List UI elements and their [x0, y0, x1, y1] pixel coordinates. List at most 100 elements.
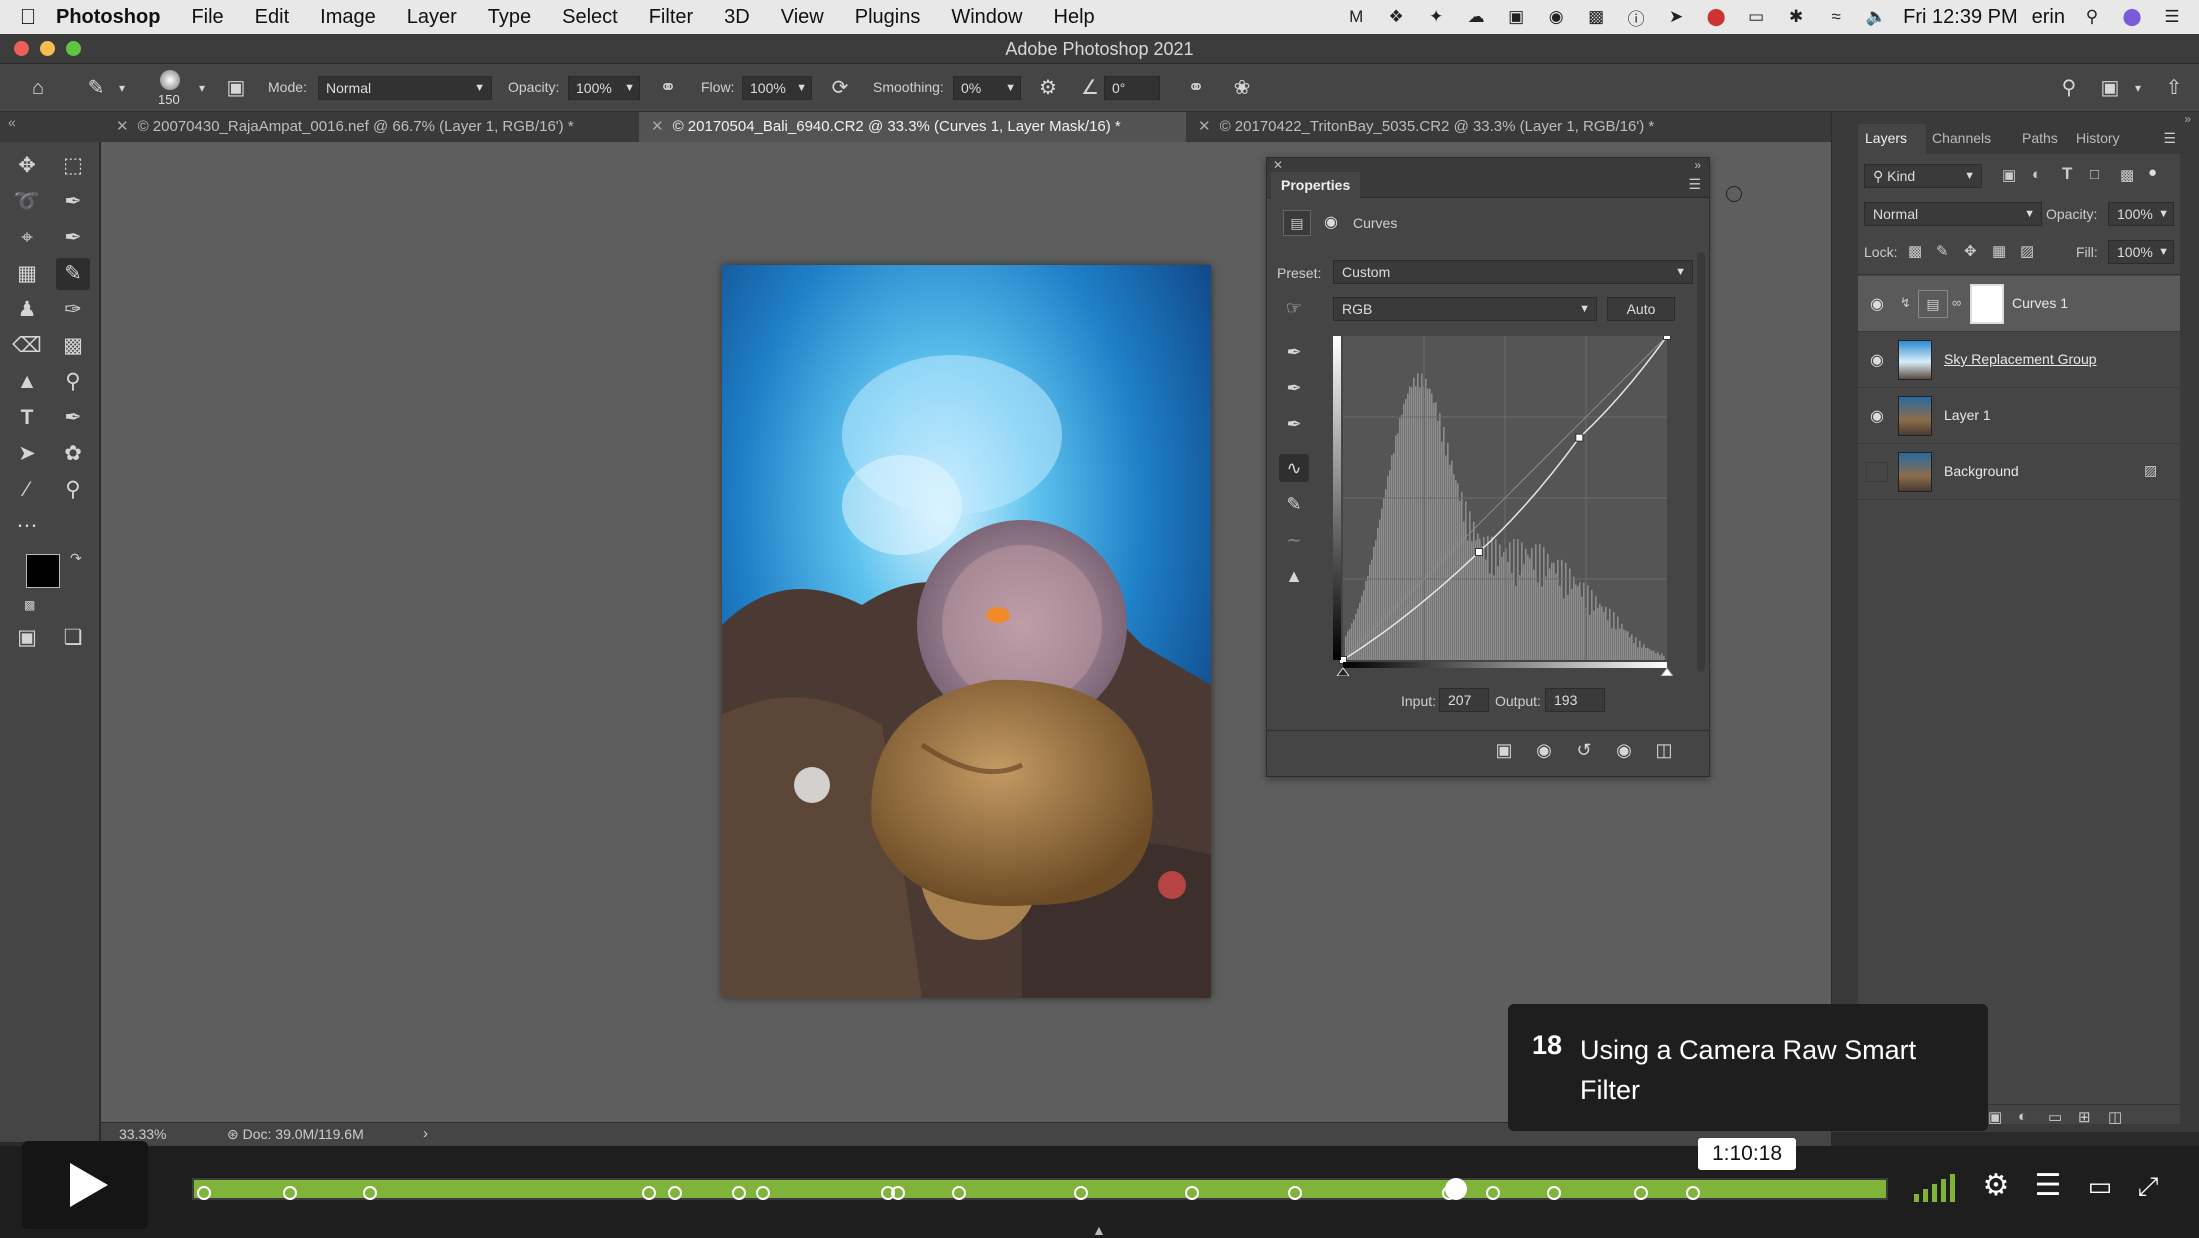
chapter-marker[interactable]	[283, 1186, 298, 1200]
white-point-slider-icon[interactable]	[1660, 667, 1673, 676]
symmetry-butterfly-icon[interactable]: ❀	[1228, 74, 1256, 102]
chapter-marker[interactable]	[1073, 1186, 1088, 1200]
lasso-tool-icon[interactable]: ➰	[10, 186, 44, 218]
eye-hidden-icon[interactable]: ◉	[1866, 462, 1888, 482]
view-previous-state-icon[interactable]: ◉	[1529, 736, 1559, 764]
chapter-marker[interactable]	[1686, 1186, 1701, 1200]
chapters-list-icon[interactable]: ☰	[2028, 1166, 2068, 1206]
play-button[interactable]	[22, 1141, 148, 1229]
curve-control-point[interactable]	[1575, 433, 1584, 442]
chapter-marker[interactable]	[890, 1186, 905, 1200]
chapter-marker[interactable]	[1633, 1186, 1648, 1200]
eye-visibility-icon[interactable]: ◉	[1866, 350, 1888, 370]
stamp-tool-icon[interactable]: ♟	[10, 294, 44, 326]
chapter-marker[interactable]	[667, 1186, 682, 1200]
chapter-marker[interactable]	[362, 1186, 377, 1200]
draw-curve-pencil-icon[interactable]: ✎	[1279, 490, 1309, 518]
gray-point-eyedropper-icon[interactable]: ✒	[1279, 374, 1309, 402]
curve-control-point[interactable]	[1474, 548, 1483, 556]
type-tool-icon[interactable]: T	[10, 402, 44, 434]
white-point-eyedropper-icon[interactable]: ✒	[1279, 410, 1309, 438]
mask-link-icon[interactable]: ∞	[1952, 295, 1961, 310]
menu-view[interactable]: View	[781, 6, 824, 29]
chapter-marker[interactable]	[731, 1186, 746, 1200]
menu-edit[interactable]: Edit	[255, 6, 289, 29]
close-tab-icon[interactable]: ✕	[651, 118, 664, 135]
filter-smart-object-icon[interactable]: ▩	[2120, 166, 2134, 184]
siri-icon[interactable]: ⬤	[2119, 7, 2145, 27]
menu-app-name[interactable]: Photoshop	[56, 6, 160, 29]
default-colors-icon[interactable]: ▩	[24, 598, 35, 612]
menu-3d[interactable]: 3D	[724, 6, 750, 29]
layer-row-background[interactable]: ◉ Background ▨	[1858, 444, 2180, 500]
doc-info[interactable]: ⊛ Doc: 39.0M/119.6M	[227, 1126, 364, 1143]
tab-channels[interactable]: Channels	[1932, 130, 1991, 146]
preset-select[interactable]: Custom ▼	[1333, 260, 1693, 284]
status-menu-chevron-icon[interactable]: ›	[423, 1125, 428, 1142]
filter-toggle-icon[interactable]: ●	[2148, 164, 2157, 181]
input-value-field[interactable]: 207	[1439, 688, 1489, 712]
fullscreen-icon[interactable]: ⤢	[2128, 1166, 2168, 1206]
underwater-anemone-photo[interactable]	[722, 265, 1211, 998]
preset-dropdown-icon[interactable]: ▾	[108, 74, 136, 102]
layer-filter-select[interactable]: ⚲ Kind ▼	[1864, 164, 1982, 188]
toggle-visibility-eye-icon[interactable]: ◉	[1609, 736, 1639, 764]
on-image-adjustment-icon[interactable]: ☞	[1279, 294, 1309, 322]
volume-bars-icon[interactable]	[1912, 1174, 1958, 1202]
chapter-marker[interactable]	[1486, 1186, 1501, 1200]
move-tool-icon[interactable]: ✥	[10, 150, 44, 182]
settings-gear-icon[interactable]: ⚙	[1976, 1166, 2016, 1206]
volume-icon[interactable]: 🔈	[1863, 7, 1889, 27]
curves-graph[interactable]	[1333, 336, 1673, 676]
eye-visibility-icon[interactable]: ◉	[1866, 294, 1888, 314]
tray-diamond-icon[interactable]: ✦	[1423, 7, 1449, 27]
brush-size-dropdown-icon[interactable]: ▾	[188, 74, 216, 102]
menu-clock[interactable]: Fri 12:39 PM	[1903, 6, 2017, 29]
airplay-icon[interactable]: ▭	[1743, 7, 1769, 27]
tray-square-icon[interactable]: ▩	[1583, 7, 1609, 27]
workspace-icon[interactable]: ▣	[2096, 74, 2124, 102]
home-icon[interactable]: ⌂	[24, 74, 52, 102]
delete-adjustment-trash-icon[interactable]: ◫	[1649, 736, 1679, 764]
filter-type-icon[interactable]: T	[2062, 164, 2072, 184]
tab-rajaampat[interactable]: ✕ © 20070430_RajaAmpat_0016.nef @ 66.7% (…	[104, 112, 639, 142]
menu-user[interactable]: erin	[2032, 6, 2065, 29]
filter-shape-icon[interactable]: □	[2090, 166, 2099, 183]
maximize-window-button[interactable]	[66, 41, 81, 56]
channel-select[interactable]: RGB ▼	[1333, 297, 1597, 321]
tray-circle-icon[interactable]: ◉	[1543, 7, 1569, 27]
curve-points-tool-icon[interactable]: ∿	[1279, 454, 1309, 482]
clipping-warning-icon[interactable]: ▲	[1279, 562, 1309, 590]
dodge-tool-icon[interactable]: ⚲	[56, 366, 90, 398]
spotlight-search-icon[interactable]: ⚲	[2079, 7, 2105, 27]
pressure-opacity-icon[interactable]: ⚭	[654, 74, 682, 102]
new-layer-icon[interactable]: ⊞	[2078, 1108, 2091, 1126]
menu-help[interactable]: Help	[1054, 6, 1095, 29]
chapter-marker[interactable]	[755, 1186, 770, 1200]
workspace-dropdown-icon[interactable]: ▾	[2124, 74, 2152, 102]
menu-image[interactable]: Image	[320, 6, 376, 29]
curves-adjustment-icon[interactable]: ▤	[1283, 210, 1311, 236]
smooth-curve-icon[interactable]: ∼	[1279, 526, 1309, 554]
airplay-cast-icon[interactable]: ▭	[2080, 1166, 2120, 1206]
layer-row-sky-replacement-group[interactable]: ◉ Sky Replacement Group	[1858, 332, 2180, 388]
tray-red-dot-icon[interactable]: ⬤	[1703, 7, 1729, 27]
panel-menu-icon[interactable]: ☰	[1688, 176, 1701, 193]
blur-tool-icon[interactable]: ▲	[10, 366, 44, 398]
history-brush-tool-icon[interactable]: ✑	[56, 294, 90, 326]
line-tool-icon[interactable]: ∕	[10, 474, 44, 506]
minimize-window-button[interactable]	[40, 41, 55, 56]
brush-angle-input[interactable]: 0°	[1104, 76, 1160, 100]
smoothing-input[interactable]: 0% ▼	[953, 76, 1021, 100]
airbrush-icon[interactable]: ⟳	[826, 74, 854, 102]
zoom-level[interactable]: 33.33%	[119, 1126, 166, 1142]
lock-image-icon[interactable]: ✎	[1936, 242, 1949, 260]
menu-window[interactable]: Window	[951, 6, 1022, 29]
flow-input[interactable]: 100% ▼	[742, 76, 812, 100]
brush-angle-icon[interactable]: ∠	[1076, 74, 1104, 102]
brush-tool-icon[interactable]: ✎	[56, 258, 90, 290]
share-icon[interactable]: ⇧	[2160, 74, 2188, 102]
frame-tool-icon[interactable]: ▦	[10, 258, 44, 290]
menu-layer[interactable]: Layer	[407, 6, 457, 29]
dropbox-icon[interactable]: ❖	[1383, 7, 1409, 27]
